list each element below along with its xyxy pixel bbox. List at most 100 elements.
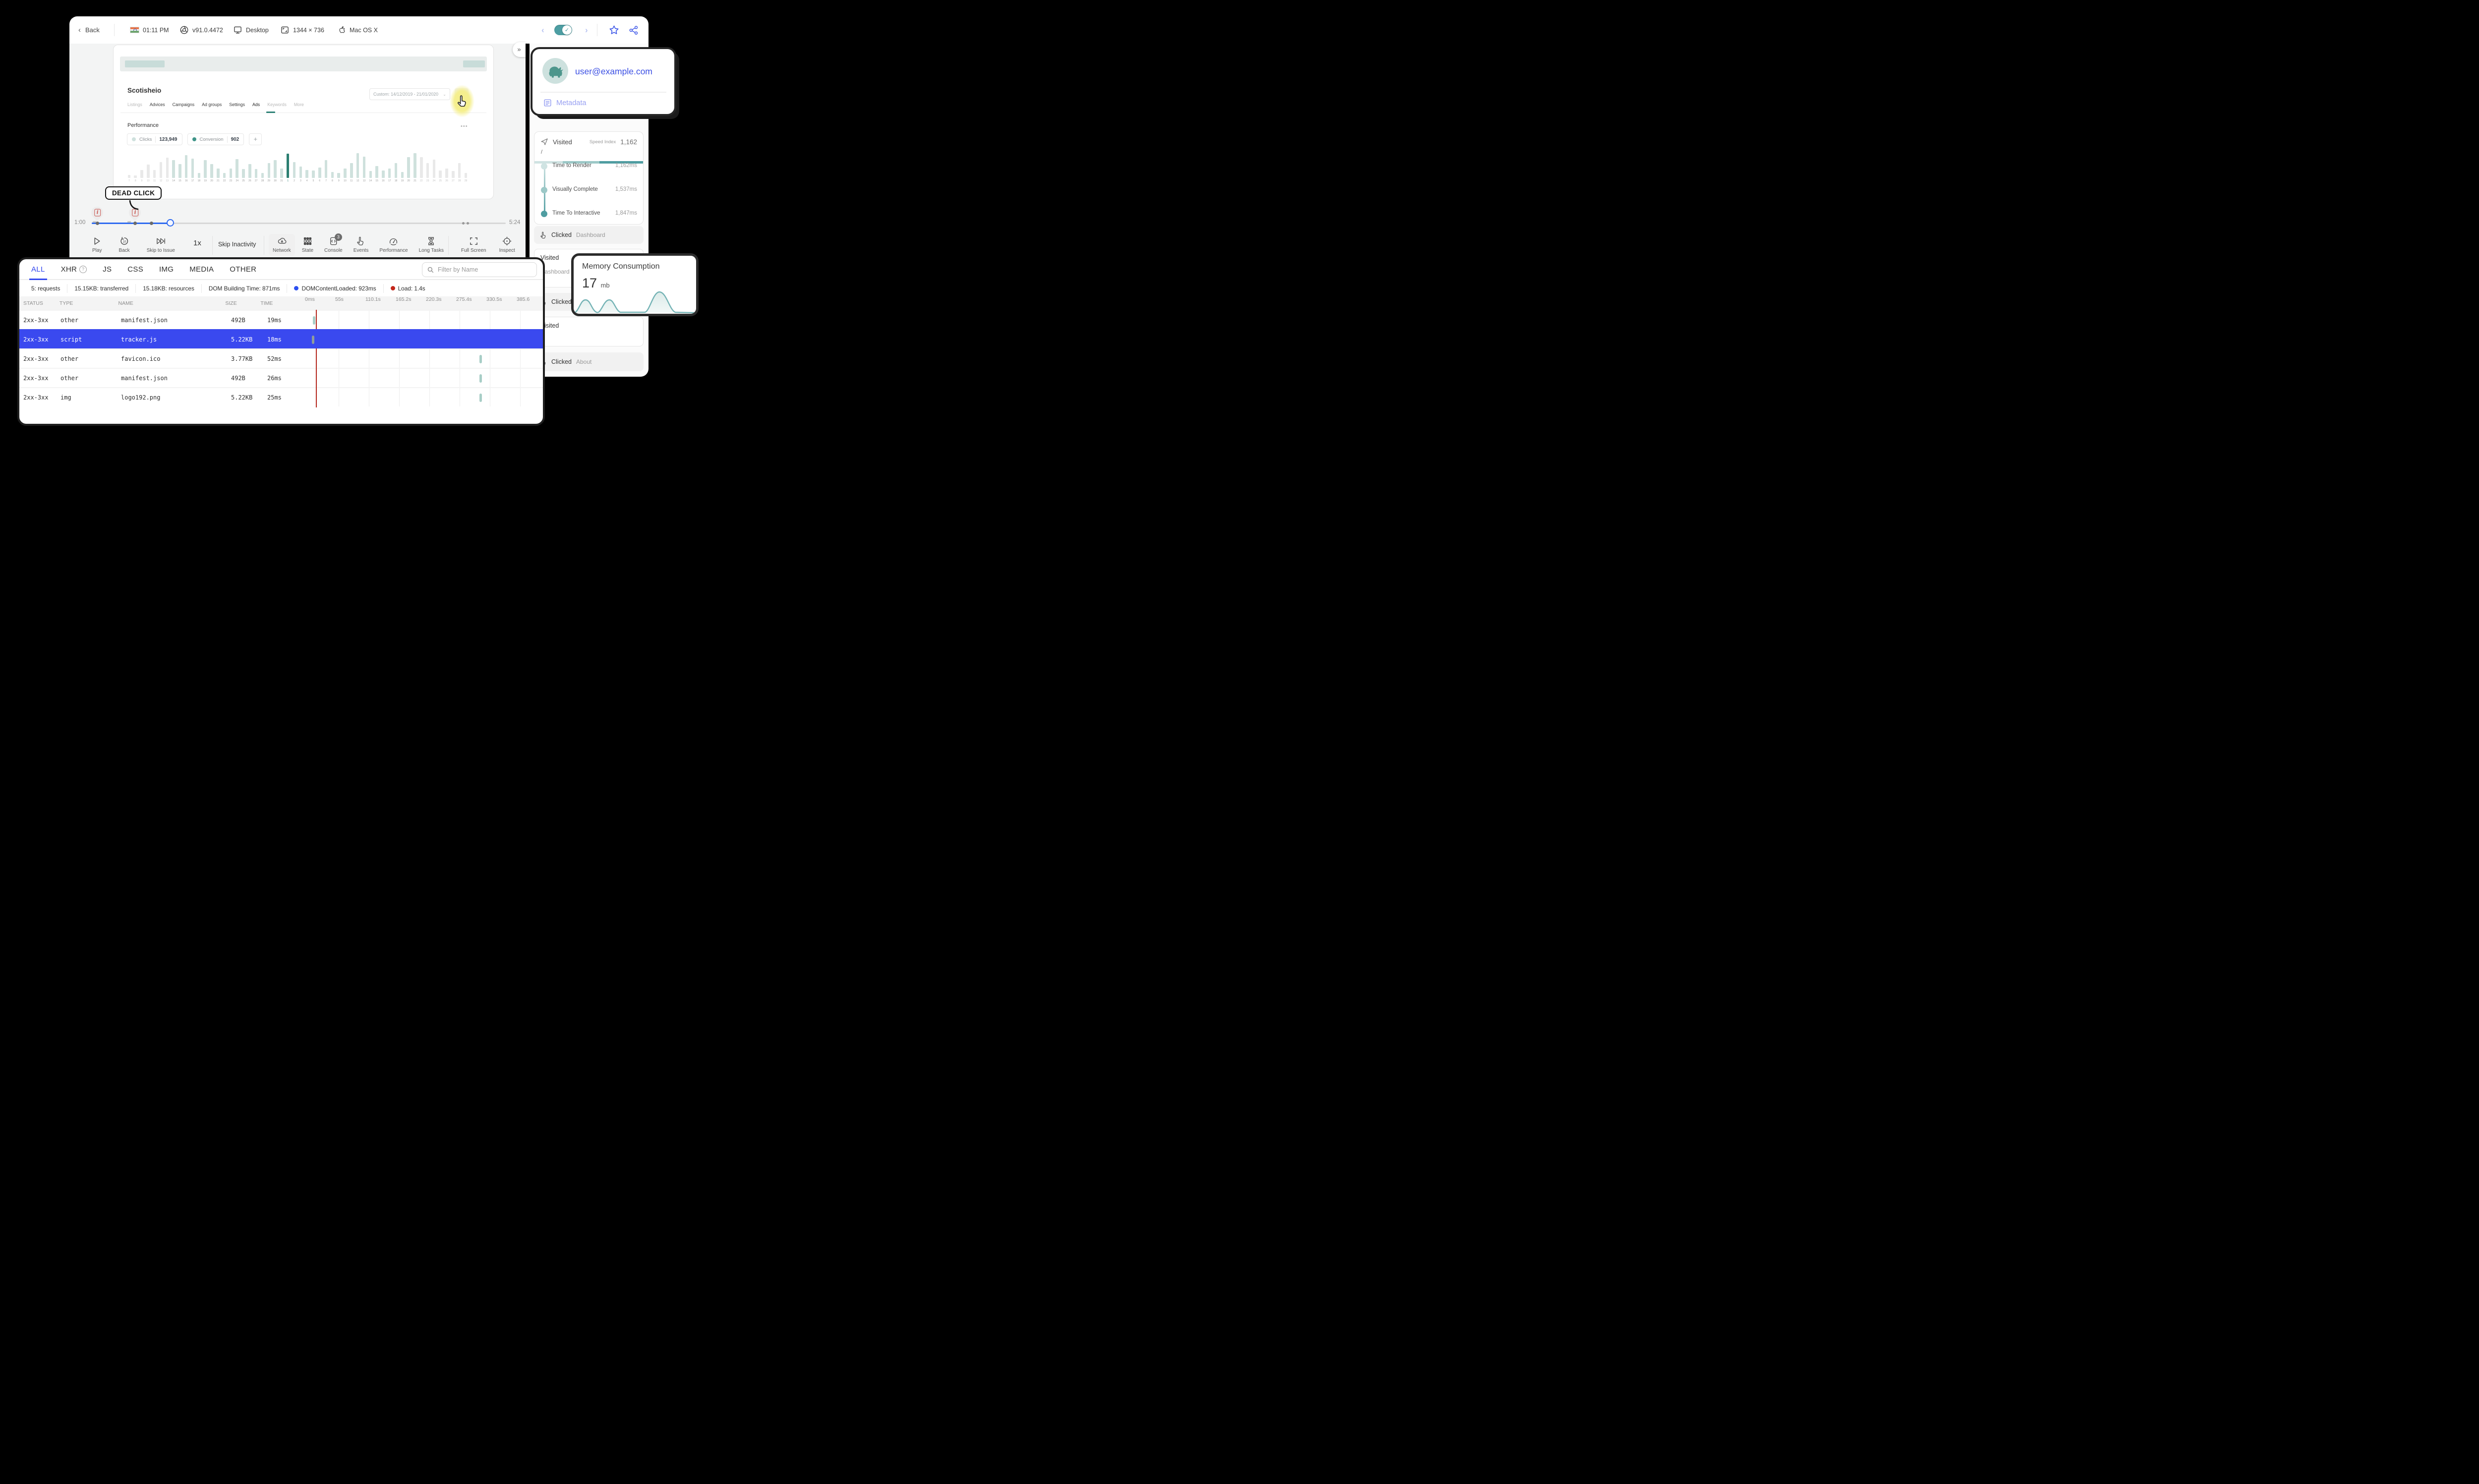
performance-more-button[interactable]: ••• [461,123,468,129]
event-item-clicked[interactable]: Clicked About [534,352,644,371]
search-icon [427,267,434,273]
chart-bar-label: 25 [439,179,442,182]
filter-by-name-input[interactable] [438,266,532,273]
cell-name: manifest.json [121,374,168,382]
performance-section-title: Performance [127,122,159,128]
event-item-visited[interactable]: Visited [534,317,644,346]
chart-bar [191,159,194,178]
panel-button-events[interactable]: Events [350,234,373,256]
chart-bar-slot: 26 [444,148,450,182]
site-tab-ads[interactable]: Ads [252,102,260,107]
panel-button-state[interactable]: State [298,234,317,256]
timeline-event-dot[interactable] [133,222,137,225]
network-request-row[interactable]: 2xx-3xx script tracker.js 5.22KB 18ms [19,329,543,348]
network-tab-img[interactable]: IMG [159,259,174,279]
timeline-event-dot[interactable] [95,222,99,225]
screen-resize-icon [281,26,289,34]
dead-click-label: DEAD CLICK [105,186,162,200]
metric-chip-clicks[interactable]: Clicks 123,949 [127,133,182,145]
back-button[interactable]: ‹ Back [78,16,100,44]
network-tab-xhr[interactable]: XHR? [61,259,87,279]
event-item-clicked[interactable]: Clicked Dashboard [534,226,644,244]
panel-button-console[interactable]: 3 Console [320,233,347,256]
date-range-select[interactable]: Custom: 14/12/2019 - 21/01/2020 ⌄ [369,88,450,100]
chart-bar-label: 10 [344,179,347,182]
full-screen-button[interactable]: Full Screen [457,234,490,256]
chart-bar-slot: 25 [437,148,444,182]
site-tab-ad-groups[interactable]: Ad groups [202,102,222,107]
site-tab-campaigns[interactable]: Campaigns [173,102,195,107]
chart-bar-slot: 20 [406,148,412,182]
chart-bar [236,159,238,178]
next-session-button[interactable]: › [585,16,588,44]
panel-button-label: State [301,248,314,253]
chart-bar-slot: 23 [424,148,431,182]
skip-to-issue-button[interactable]: Skip to Issue [143,234,179,256]
summary-item: 15.15KB: transferred [67,284,135,293]
chart-bar [439,170,442,178]
speed-index-label: Speed Index [589,139,616,145]
waterfall-tick-label: 55s [335,296,344,302]
metric-chip-conversion[interactable]: Conversion 902 [187,133,244,145]
network-request-row[interactable]: 2xx-3xx img logo192.png 5.22KB 25ms [19,387,543,406]
skip-forward-icon [157,238,165,244]
play-button[interactable]: Play [88,234,106,256]
collapse-panel-button[interactable]: » [513,42,526,57]
chart-bar-label: 2 [294,179,295,182]
panel-button-long-tasks[interactable]: Long Tasks [415,234,448,256]
india-flag-icon [130,27,139,33]
network-tab-all[interactable]: ALL [29,259,47,280]
chart-bar [153,170,156,178]
inspect-button[interactable]: Inspect [495,234,519,256]
chart-bar [274,160,277,178]
site-tab-advices[interactable]: Advices [150,102,165,107]
date-range-value: Custom: 14/12/2019 - 21/01/2020 [373,92,439,97]
timeline-event-dot[interactable] [150,222,154,225]
chart-bar-slot: 27 [450,148,456,182]
card-divider [540,92,666,93]
site-tab-listings[interactable]: Listings [127,102,142,107]
site-tab-settings[interactable]: Settings [229,102,245,107]
network-request-row[interactable]: 2xx-3xx other manifest.json 492B 19ms [19,310,543,329]
timeline-track[interactable]: «« «« i i [88,204,506,227]
panel-button-network[interactable]: Network [269,234,295,256]
favorite-button[interactable] [609,16,619,44]
site-tab-keywords[interactable]: Keywords [267,102,287,107]
timeline-event-dot[interactable] [467,222,469,225]
visited-event-card[interactable]: Visited Speed Index 1,162 / Time to Rend… [534,131,644,225]
chart-bar [147,165,150,178]
network-tab-other[interactable]: OTHER [230,259,256,279]
user-email[interactable]: user@example.com [575,66,652,77]
playback-speed-button[interactable]: 1x [193,239,201,247]
network-tab-css[interactable]: CSS [127,259,143,279]
site-tab-more[interactable]: More [294,102,304,107]
timeline-event-dot[interactable] [462,222,465,225]
prev-session-button[interactable]: ‹ [541,16,544,44]
skip-inactivity-button[interactable]: Skip Inactivity [218,241,256,248]
network-request-row[interactable]: 2xx-3xx other manifest.json 492B 26ms [19,368,543,387]
chart-bar-label: 31 [280,179,283,182]
metadata-button[interactable]: Metadata [543,99,586,107]
network-tab-js[interactable]: JS [103,259,112,279]
cell-size: 3.77KB [231,355,253,362]
help-icon[interactable]: ? [79,265,87,273]
network-filter[interactable] [422,262,537,277]
back-10-button[interactable]: 10 Back [115,234,133,256]
memory-consumption-card: Memory Consumption 17 mb [571,253,699,316]
chart-bar-slot: 21 [215,148,221,182]
chip-label: Clicks [139,136,152,142]
timeline-playhead[interactable] [166,219,174,227]
autoplay-toggle[interactable]: ✓ [554,16,572,44]
metric-dot [541,211,547,217]
network-tabs-row: ALL XHR? JS CSS IMG MEDIA OTHER [19,259,543,280]
network-request-row[interactable]: 2xx-3xx other favicon.ico 3.77KB 52ms [19,348,543,368]
browser-version-label: v91.0.4472 [192,26,223,34]
chart-bar-slot: 22 [418,148,424,182]
share-button[interactable] [629,16,639,44]
chart-bar-label: 11 [153,179,156,182]
network-tab-media[interactable]: MEDIA [189,259,214,279]
rhino-icon [549,66,563,78]
add-metric-button[interactable]: + [249,133,262,145]
panel-button-performance[interactable]: Performance [375,234,412,256]
cell-status: 2xx-3xx [23,394,49,401]
